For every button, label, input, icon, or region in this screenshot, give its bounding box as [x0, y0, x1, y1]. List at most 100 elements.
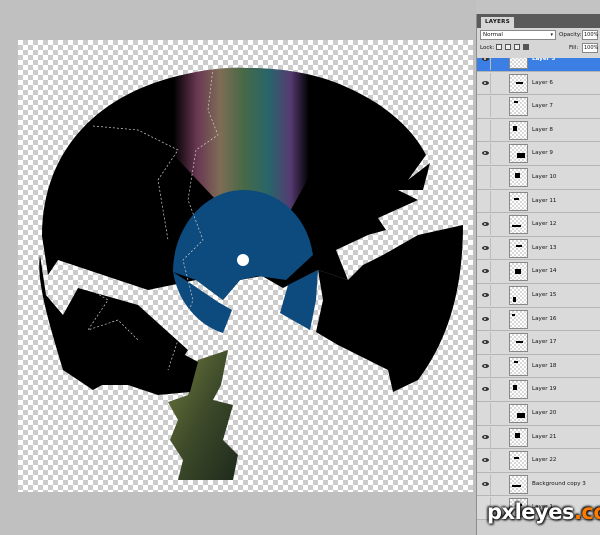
blend-mode-select[interactable]: Normal ▾	[480, 30, 556, 40]
visibility-toggle[interactable]	[479, 119, 491, 141]
thumbnail-shape	[515, 269, 521, 275]
layer-row[interactable]: Layer 6	[477, 71, 600, 96]
layer-row[interactable]: Layer 10	[477, 166, 600, 190]
layer-name: Layer 17	[532, 339, 557, 346]
thumbnail-shape	[513, 385, 517, 391]
visibility-toggle[interactable]	[479, 403, 491, 424]
layer-row[interactable]: Layer 12	[477, 213, 600, 237]
lock-position-icon[interactable]	[514, 44, 520, 50]
layer-row[interactable]: Layer 11	[477, 189, 600, 214]
layer-row[interactable]: Layer 13	[477, 236, 600, 261]
visibility-toggle[interactable]	[479, 308, 491, 330]
visibility-toggle[interactable]	[479, 285, 491, 306]
thumbnail-shape	[517, 153, 525, 159]
thumbnail-shape	[516, 341, 523, 344]
visibility-toggle[interactable]	[479, 261, 491, 283]
blend-opacity-row: Normal ▾ Opacity: 100%	[477, 28, 600, 41]
layer-row[interactable]: Layer 20	[477, 402, 600, 426]
panel-tab-bar: LAYERS	[477, 14, 600, 28]
layer-thumbnail	[509, 333, 528, 353]
layer-row[interactable]: Layer 15	[477, 284, 600, 308]
thumbnail-shape	[515, 432, 520, 438]
visibility-toggle[interactable]	[479, 450, 491, 472]
layer-name: Layer 18	[532, 362, 557, 369]
watermark-text: pxleyes	[487, 500, 574, 524]
layer-thumbnail	[509, 97, 528, 117]
visibility-toggle[interactable]	[479, 473, 491, 495]
opacity-label: Opacity:	[559, 32, 582, 38]
watermark-logo: pxleyes.com	[487, 500, 600, 524]
lock-fill-row: Lock: Fill: 100%	[477, 41, 600, 54]
eye-icon	[482, 58, 489, 61]
lock-all-icon[interactable]	[523, 44, 529, 50]
lock-transparency-icon[interactable]	[496, 44, 502, 50]
visibility-toggle[interactable]	[479, 167, 491, 188]
fill-field[interactable]: 100%	[582, 43, 598, 53]
chevron-down-icon: ▾	[550, 32, 553, 38]
watermark-domain: .com	[573, 500, 600, 524]
tab-layers[interactable]: LAYERS	[481, 17, 514, 28]
layer-name: Layer 6	[532, 79, 553, 86]
layer-thumbnail	[509, 427, 528, 447]
visibility-toggle[interactable]	[479, 214, 491, 236]
layer-name: Layer 22	[532, 457, 557, 464]
layer-row[interactable]: Layer 5	[477, 58, 600, 72]
thumbnail-shape	[513, 297, 516, 302]
layer-thumbnail	[509, 73, 528, 93]
layer-thumbnail	[509, 451, 528, 471]
visibility-toggle[interactable]	[479, 355, 491, 377]
thumbnail-shape	[516, 81, 523, 84]
eye-icon	[482, 387, 489, 392]
thumbnail-shape	[514, 457, 519, 460]
layer-row[interactable]: Layer 19	[477, 378, 600, 402]
visibility-toggle[interactable]	[479, 143, 491, 165]
visibility-toggle[interactable]	[479, 379, 491, 401]
layer-name: Layer 8	[532, 126, 553, 133]
layer-name: Layer 5	[532, 58, 556, 62]
record-right-piece	[316, 225, 463, 392]
thumbnail-shape	[515, 173, 520, 178]
layer-row[interactable]: Layer 7	[477, 95, 600, 119]
layer-name: Layer 9	[532, 150, 553, 157]
layer-thumbnail	[509, 144, 528, 164]
document-canvas[interactable]	[18, 40, 473, 492]
visibility-toggle[interactable]	[479, 58, 491, 70]
visibility-toggle[interactable]	[479, 426, 491, 448]
layer-row[interactable]: Layer 21	[477, 425, 600, 450]
thumbnail-shape	[514, 197, 519, 200]
opacity-field[interactable]: 100%	[582, 30, 598, 40]
visibility-toggle[interactable]	[479, 237, 491, 259]
eye-icon	[482, 222, 489, 227]
layer-row[interactable]: Layer 8	[477, 118, 600, 143]
layer-name: Layer 7	[532, 103, 553, 110]
lock-pixels-icon[interactable]	[505, 44, 511, 50]
eye-icon	[482, 80, 489, 85]
canvas-area[interactable]	[0, 0, 476, 535]
layer-row[interactable]: Layer 18	[477, 354, 600, 379]
eye-icon	[482, 151, 489, 156]
layers-list: Layer 5 Layer 6 Layer 7 Layer 8 Layer 9 Layer…	[477, 58, 600, 535]
eye-icon	[482, 293, 489, 297]
layers-panel: LAYERS Normal ▾ Opacity: 100% Lock: Fill…	[476, 14, 600, 535]
eye-icon	[482, 434, 489, 439]
layer-row[interactable]: Background copy 3	[477, 472, 600, 497]
thumbnail-shape	[516, 244, 522, 247]
visibility-toggle[interactable]	[479, 332, 491, 354]
layer-row[interactable]: Layer 17	[477, 331, 600, 355]
layer-row[interactable]: Layer 22	[477, 449, 600, 473]
layer-thumbnail	[509, 309, 528, 329]
layer-row[interactable]: Layer 16	[477, 307, 600, 332]
thumbnail-shape	[517, 413, 525, 418]
layer-name: Background copy 3	[532, 480, 586, 487]
visibility-toggle[interactable]	[479, 72, 491, 94]
thumbnail-shape	[513, 125, 517, 131]
visibility-toggle[interactable]	[479, 96, 491, 118]
layer-name: Layer 13	[532, 244, 557, 251]
shattered-vinyl-artwork	[39, 67, 463, 480]
visibility-toggle[interactable]	[479, 190, 491, 212]
layer-thumbnail	[509, 262, 528, 282]
layer-thumbnail	[509, 474, 528, 494]
layer-row[interactable]: Layer 9	[477, 142, 600, 166]
lock-label: Lock:	[480, 45, 495, 51]
layer-row[interactable]: Layer 14	[477, 260, 600, 284]
